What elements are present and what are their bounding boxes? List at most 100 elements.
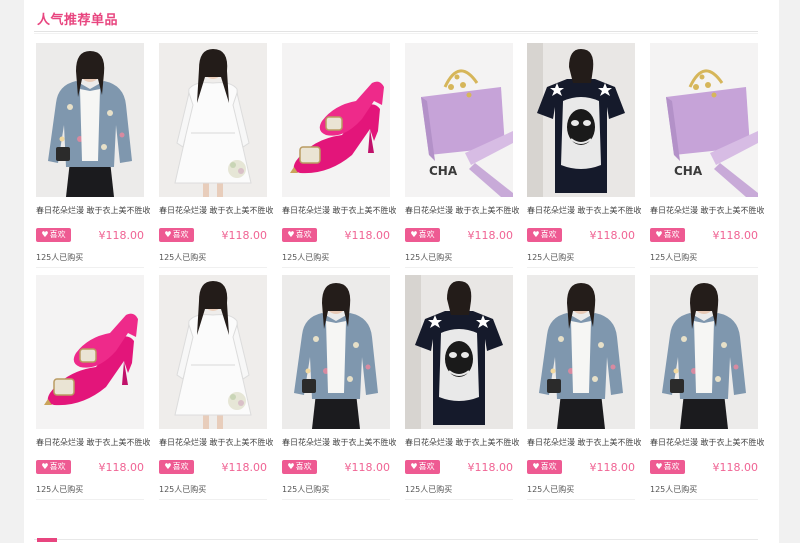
product-price: ¥118.00	[221, 229, 268, 242]
sold-count: 125人已购买	[282, 485, 330, 494]
product-card[interactable]: 春日花朵烂漫 敢于衣上美不胜收 ♥喜欢 ¥118.00 125人已购买	[527, 275, 641, 505]
product-card[interactable]: 春日花朵烂漫 敢于衣上美不胜收 ♥喜欢 ¥118.00 125人已购买	[405, 275, 519, 505]
heart-icon: ♥	[410, 230, 418, 239]
sold-count: 125人已购买	[405, 253, 453, 262]
like-button-label: 喜欢	[172, 462, 189, 471]
like-button-label: 喜欢	[49, 230, 66, 239]
like-button[interactable]: ♥喜欢	[159, 228, 194, 242]
product-name[interactable]: 春日花朵烂漫 敢于衣上美不胜收	[650, 205, 764, 216]
product-price: ¥118.00	[712, 229, 759, 242]
sold-count: 125人已购买	[650, 485, 698, 494]
product-price: ¥118.00	[344, 229, 391, 242]
product-card[interactable]: 春日花朵烂漫 敢于衣上美不胜收 ♥喜欢 ¥118.00 125人已购买	[159, 43, 273, 273]
product-image[interactable]	[282, 43, 390, 197]
product-name[interactable]: 春日花朵烂漫 敢于衣上美不胜收	[36, 205, 150, 216]
product-image[interactable]	[527, 43, 635, 197]
like-button-label: 喜欢	[49, 462, 66, 471]
like-button[interactable]: ♥喜欢	[527, 228, 562, 242]
heart-icon: ♥	[655, 462, 663, 471]
heart-icon: ♥	[41, 462, 49, 471]
card-divider	[650, 267, 758, 268]
product-card[interactable]: 春日花朵烂漫 敢于衣上美不胜收 ♥喜欢 ¥118.00 125人已购买	[36, 43, 150, 273]
product-price: ¥118.00	[221, 461, 268, 474]
product-image[interactable]: CHA	[650, 43, 758, 197]
like-button[interactable]: ♥喜欢	[159, 460, 194, 474]
card-divider	[527, 499, 635, 500]
product-price: ¥118.00	[98, 461, 145, 474]
heart-icon: ♥	[164, 462, 172, 471]
heart-icon: ♥	[287, 462, 295, 471]
card-divider	[527, 267, 635, 268]
card-divider	[650, 499, 758, 500]
product-card[interactable]: 春日花朵烂漫 敢于衣上美不胜收 ♥喜欢 ¥118.00 125人已购买	[282, 275, 396, 505]
like-button[interactable]: ♥喜欢	[36, 460, 71, 474]
like-button[interactable]: ♥喜欢	[282, 228, 317, 242]
sold-count: 125人已购买	[527, 485, 575, 494]
like-button[interactable]: ♥喜欢	[650, 460, 685, 474]
like-button[interactable]: ♥喜欢	[282, 460, 317, 474]
next-section-accent	[37, 538, 57, 542]
like-button-label: 喜欢	[663, 230, 680, 239]
product-image[interactable]	[159, 43, 267, 197]
sold-count: 125人已购买	[405, 485, 453, 494]
sold-count: 125人已购买	[527, 253, 575, 262]
like-button-label: 喜欢	[172, 230, 189, 239]
card-divider	[36, 499, 144, 500]
product-image[interactable]	[650, 275, 758, 429]
section-title: 人气推荐单品	[37, 13, 119, 28]
product-name[interactable]: 春日花朵烂漫 敢于衣上美不胜收	[159, 437, 273, 448]
product-card[interactable]: 春日花朵烂漫 敢于衣上美不胜收 ♥喜欢 ¥118.00 125人已购买	[159, 275, 273, 505]
product-name[interactable]: 春日花朵烂漫 敢于衣上美不胜收	[405, 205, 519, 216]
product-name[interactable]: 春日花朵烂漫 敢于衣上美不胜收	[527, 205, 641, 216]
product-name[interactable]: 春日花朵烂漫 敢于衣上美不胜收	[405, 437, 519, 448]
product-image[interactable]	[36, 275, 144, 429]
product-card[interactable]: CHA 春日花朵烂漫 敢于衣上美不胜收 ♥喜欢 ¥118.00 125人已购买	[405, 43, 519, 273]
product-name[interactable]: 春日花朵烂漫 敢于衣上美不胜收	[159, 205, 273, 216]
product-card[interactable]: 春日花朵烂漫 敢于衣上美不胜收 ♥喜欢 ¥118.00 125人已购买	[282, 43, 396, 273]
product-name[interactable]: 春日花朵烂漫 敢于衣上美不胜收	[527, 437, 641, 448]
product-card[interactable]: CHA 春日花朵烂漫 敢于衣上美不胜收 ♥喜欢 ¥118.00 125人已购买	[650, 43, 764, 273]
product-card[interactable]: 春日花朵烂漫 敢于衣上美不胜收 ♥喜欢 ¥118.00 125人已购买	[36, 275, 150, 505]
like-button-label: 喜欢	[540, 230, 557, 239]
like-button[interactable]: ♥喜欢	[527, 460, 562, 474]
next-section-divider	[34, 539, 758, 540]
heart-icon: ♥	[287, 230, 295, 239]
product-name[interactable]: 春日花朵烂漫 敢于衣上美不胜收	[36, 437, 150, 448]
like-button-label: 喜欢	[418, 230, 435, 239]
heart-icon: ♥	[532, 230, 540, 239]
sold-count: 125人已购买	[282, 253, 330, 262]
like-button-label: 喜欢	[418, 462, 435, 471]
sold-count: 125人已购买	[159, 253, 207, 262]
product-price: ¥118.00	[589, 461, 636, 474]
product-price: ¥118.00	[589, 229, 636, 242]
sold-count: 125人已购买	[36, 485, 84, 494]
sold-count: 125人已购买	[650, 253, 698, 262]
product-name[interactable]: 春日花朵烂漫 敢于衣上美不胜收	[282, 437, 396, 448]
product-card[interactable]: 春日花朵烂漫 敢于衣上美不胜收 ♥喜欢 ¥118.00 125人已购买	[527, 43, 641, 273]
sold-count: 125人已购买	[159, 485, 207, 494]
product-name[interactable]: 春日花朵烂漫 敢于衣上美不胜收	[282, 205, 396, 216]
product-card[interactable]: 春日花朵烂漫 敢于衣上美不胜收 ♥喜欢 ¥118.00 125人已购买	[650, 275, 764, 505]
svg-text:CHA: CHA	[429, 164, 458, 178]
recommendation-panel: 人气推荐单品 春日花朵烂漫 敢于衣上美不胜收 ♥喜欢 ¥118.00 125人已购买 …	[24, 0, 779, 543]
product-image[interactable]	[527, 275, 635, 429]
like-button-label: 喜欢	[295, 462, 312, 471]
product-image[interactable]	[36, 43, 144, 197]
product-image[interactable]	[159, 275, 267, 429]
product-price: ¥118.00	[467, 461, 514, 474]
like-button[interactable]: ♥喜欢	[405, 460, 440, 474]
card-divider	[159, 267, 267, 268]
product-image[interactable]: CHA	[405, 43, 513, 197]
card-divider	[159, 499, 267, 500]
product-price: ¥118.00	[344, 461, 391, 474]
like-button[interactable]: ♥喜欢	[650, 228, 685, 242]
like-button[interactable]: ♥喜欢	[36, 228, 71, 242]
product-image[interactable]	[405, 275, 513, 429]
like-button[interactable]: ♥喜欢	[405, 228, 440, 242]
heart-icon: ♥	[655, 230, 663, 239]
product-price: ¥118.00	[712, 461, 759, 474]
heart-icon: ♥	[410, 462, 418, 471]
heart-icon: ♥	[164, 230, 172, 239]
product-image[interactable]	[282, 275, 390, 429]
product-name[interactable]: 春日花朵烂漫 敢于衣上美不胜收	[650, 437, 764, 448]
